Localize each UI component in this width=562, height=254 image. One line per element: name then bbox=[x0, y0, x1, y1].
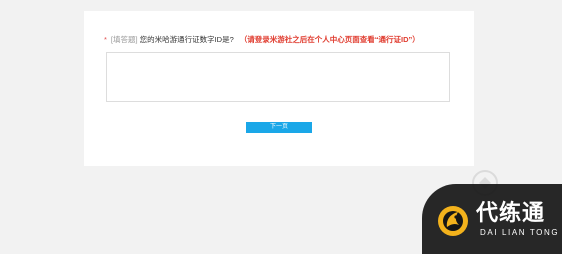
survey-card: * [填答题] 您的米哈游通行证数字ID是? （请登录米游社之后在个人中心页面查看“通… bbox=[84, 11, 474, 166]
watermark-name-en: DAI LIAN TONG bbox=[480, 228, 560, 237]
question-text: 您的米哈游通行证数字ID是? bbox=[139, 35, 234, 44]
dragon-logo-icon bbox=[438, 206, 468, 236]
question-row: * [填答题] 您的米哈游通行证数字ID是? （请登录米游社之后在个人中心页面查看“通… bbox=[104, 35, 420, 45]
required-mark: * bbox=[104, 35, 107, 44]
next-page-button[interactable]: 下一页 bbox=[246, 122, 312, 133]
question-note: （请登录米游社之后在个人中心页面查看“通行证ID”） bbox=[239, 35, 420, 44]
answer-textarea[interactable] bbox=[106, 52, 450, 102]
watermark-name-cn: 代练通 bbox=[476, 200, 546, 225]
watermark: 代练通 DAI LIAN TONG bbox=[422, 184, 562, 254]
question-type-label: [填答题] bbox=[110, 35, 138, 44]
